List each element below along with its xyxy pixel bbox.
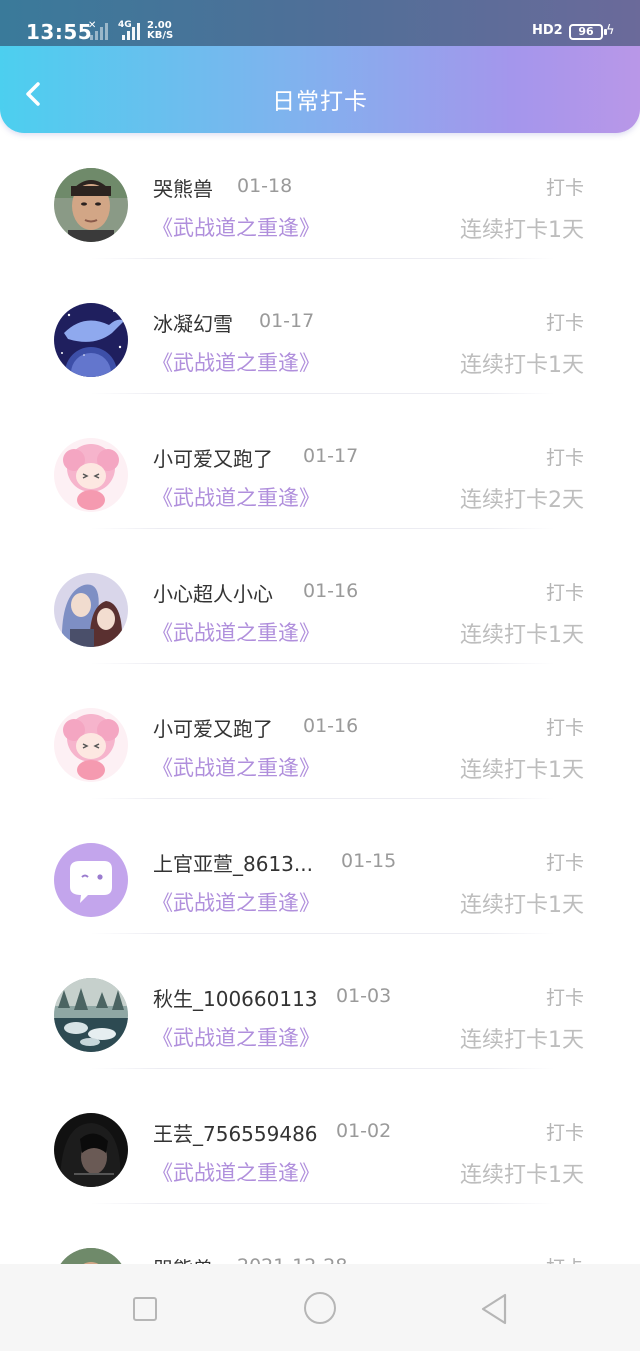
checkin-label: 打卡	[545, 852, 584, 874]
divider	[90, 798, 555, 799]
avatar[interactable]	[54, 303, 128, 377]
streak-text: 连续打卡1天	[460, 1163, 584, 1188]
avatar[interactable]	[54, 1113, 128, 1187]
streak-text: 连续打卡1天	[460, 893, 584, 918]
checkin-date: 01-03	[336, 985, 392, 1007]
list-item[interactable]: 哭熊兽 01-18 《武战道之重逢》 打卡 连续打卡1天	[0, 150, 640, 285]
avatar[interactable]	[54, 843, 128, 917]
page-title: 日常打卡	[272, 89, 368, 115]
user-name: 上官亚萱_8613...	[153, 852, 313, 876]
divider	[90, 393, 555, 394]
divider	[90, 933, 555, 934]
book-title-link[interactable]: 《武战道之重逢》	[152, 1157, 320, 1187]
streak-text: 连续打卡1天	[460, 758, 584, 783]
book-title-link[interactable]: 《武战道之重逢》	[152, 347, 320, 377]
streak-text: 连续打卡2天	[460, 488, 584, 513]
book-title-link[interactable]: 《武战道之重逢》	[152, 887, 320, 917]
checkin-date: 01-18	[237, 175, 293, 197]
streak-text: 连续打卡1天	[460, 218, 584, 243]
battery-icon: 96	[569, 24, 603, 40]
checkin-date: 01-15	[341, 850, 397, 872]
streak-text: 连续打卡1天	[460, 353, 584, 378]
speed-unit: KB/S	[147, 30, 174, 41]
user-name: 小可爱又跑了	[153, 717, 273, 741]
divider	[90, 528, 555, 529]
list-item[interactable]: 上官亚萱_8613... 01-15 《武战道之重逢》 打卡 连续打卡1天	[0, 825, 640, 960]
hd-voice-icon: HD2	[532, 23, 563, 38]
battery-level: 96	[578, 25, 594, 38]
list-item[interactable]: 王芸_756559486 01-02 《武战道之重逢》 打卡 连续打卡1天	[0, 1095, 640, 1230]
streak-text: 连续打卡1天	[460, 623, 584, 648]
checkin-date: 01-17	[259, 310, 315, 332]
avatar[interactable]	[54, 573, 128, 647]
divider	[90, 663, 555, 664]
book-title-link[interactable]: 《武战道之重逢》	[152, 752, 320, 782]
checkin-date: 01-16	[303, 715, 359, 737]
checkin-date: 01-17	[303, 445, 359, 467]
checkin-label: 打卡	[545, 177, 584, 199]
header-bar: 13:55 ✕ 4G 2.00 KB/S HD2 96 ϟ 日常打卡	[0, 0, 640, 133]
avatar[interactable]	[54, 438, 128, 512]
user-name: 小心超人小心	[153, 582, 273, 606]
user-name: 哭熊兽	[153, 177, 213, 201]
user-name: 王芸_756559486	[153, 1122, 318, 1146]
checkin-date: 01-16	[303, 580, 359, 602]
status-time: 13:55	[26, 20, 93, 44]
network-speed: 2.00 KB/S	[147, 21, 173, 41]
divider	[90, 1068, 555, 1069]
streak-text: 连续打卡1天	[460, 1028, 584, 1053]
checkin-label: 打卡	[545, 312, 584, 334]
signal-1-icon	[90, 22, 110, 40]
book-title-link[interactable]: 《武战道之重逢》	[152, 212, 320, 242]
user-name: 冰凝幻雪	[153, 312, 233, 336]
user-name: 小可爱又跑了	[153, 447, 273, 471]
triangle-back-icon[interactable]	[479, 1292, 509, 1326]
charging-bolt-icon: ϟ	[606, 23, 615, 38]
checkin-label: 打卡	[545, 987, 584, 1009]
checkin-date: 01-02	[336, 1120, 392, 1142]
book-title-link[interactable]: 《武战道之重逢》	[152, 617, 320, 647]
checkin-label: 打卡	[545, 582, 584, 604]
list-item[interactable]: 秋生_100660113 01-03 《武战道之重逢》 打卡 连续打卡1天	[0, 960, 640, 1095]
book-title-link[interactable]: 《武战道之重逢》	[152, 1022, 320, 1052]
list-item[interactable]: 冰凝幻雪 01-17 《武战道之重逢》 打卡 连续打卡1天	[0, 285, 640, 420]
status-bar: 13:55 ✕ 4G 2.00 KB/S HD2 96 ϟ	[0, 0, 640, 46]
avatar[interactable]	[54, 168, 128, 242]
divider	[90, 1203, 555, 1204]
system-nav-bar	[0, 1264, 640, 1351]
circle-home-icon[interactable]	[304, 1292, 336, 1324]
list-item[interactable]: 小可爱又跑了 01-17 《武战道之重逢》 打卡 连续打卡2天	[0, 420, 640, 555]
checkin-label: 打卡	[545, 447, 584, 469]
checkin-label: 打卡	[545, 717, 584, 739]
avatar[interactable]	[54, 708, 128, 782]
list-item[interactable]: 小可爱又跑了 01-16 《武战道之重逢》 打卡 连续打卡1天	[0, 690, 640, 825]
book-title-link[interactable]: 《武战道之重逢》	[152, 482, 320, 512]
divider	[90, 258, 555, 259]
avatar[interactable]	[54, 978, 128, 1052]
square-recents-icon[interactable]	[133, 1297, 157, 1321]
checkin-label: 打卡	[545, 1122, 584, 1144]
list-item[interactable]: 小心超人小心 01-16 《武战道之重逢》 打卡 连续打卡1天	[0, 555, 640, 690]
user-name: 秋生_100660113	[153, 987, 318, 1011]
signal-2-icon	[122, 22, 142, 40]
